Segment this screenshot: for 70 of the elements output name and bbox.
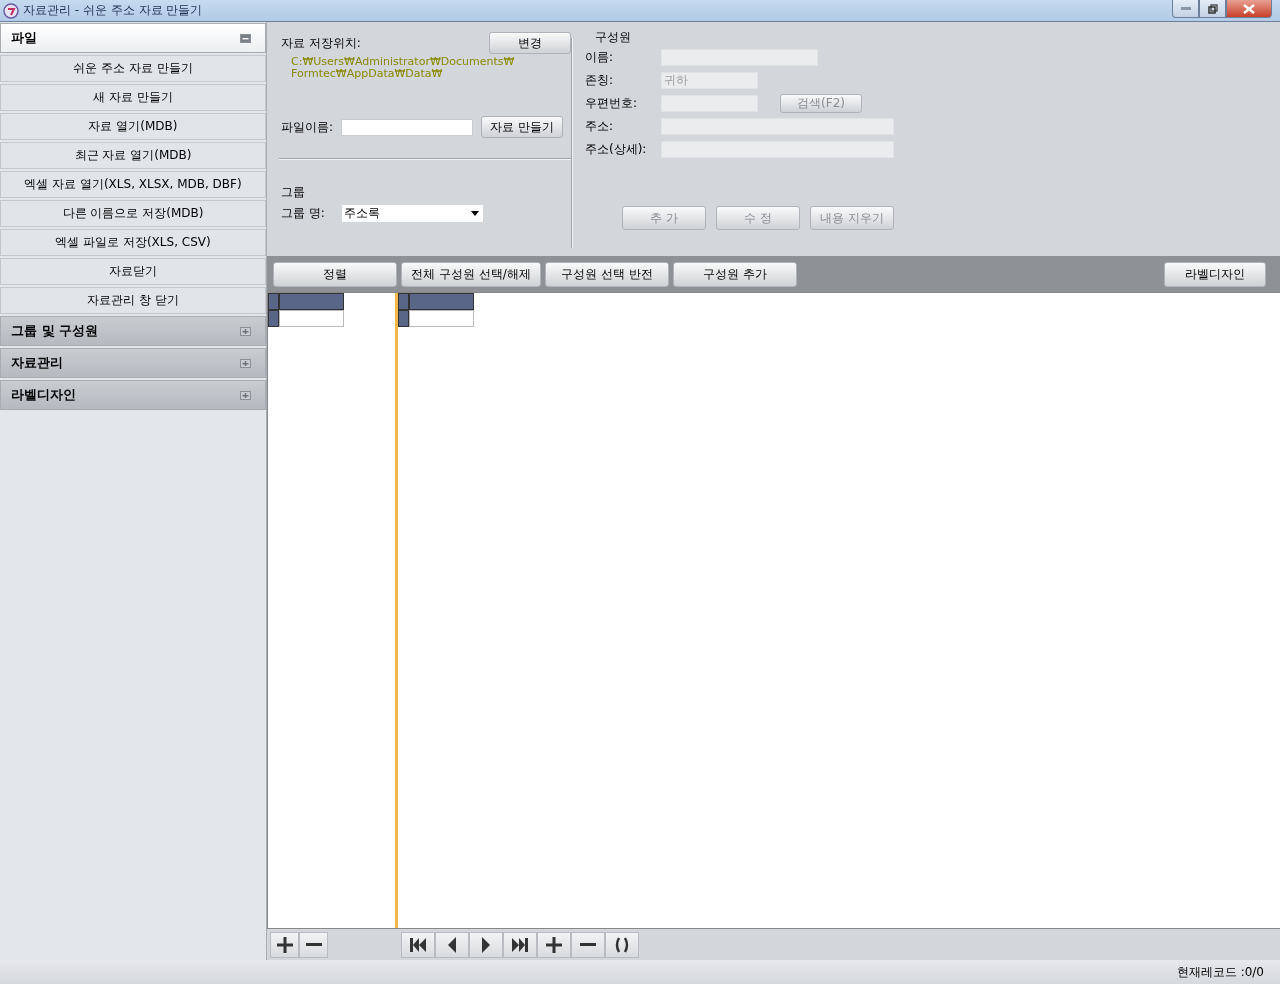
file-name-field[interactable] [341, 118, 474, 136]
field-label: 주소(상세): [585, 141, 648, 158]
toolbar-button[interactable]: 구성원 추가 [673, 261, 797, 287]
dropdown-arrow-icon [470, 211, 479, 216]
plus-icon [276, 936, 293, 953]
collapse-icon [240, 33, 251, 43]
toolbar-button[interactable]: 전체 구성원 선택/해제 [401, 261, 541, 287]
row-header[interactable] [268, 293, 279, 310]
field-label: 파일이름: [281, 118, 334, 136]
field-label: 자료 저장위치: [281, 34, 361, 52]
nav-button[interactable] [503, 931, 537, 958]
toolbar-button[interactable]: 정렬 [273, 261, 397, 287]
section-header[interactable]: 그룹 및 구성원 [0, 316, 266, 346]
menu-item[interactable]: 새 자료 만들기 [0, 84, 266, 111]
nav-button[interactable] [299, 931, 328, 958]
plus-icon [545, 935, 563, 954]
expand-icon [240, 326, 251, 336]
toolbar-button[interactable]: 구성원 선택 반전 [545, 261, 669, 287]
expand-icon [240, 390, 251, 400]
field-label: 주소: [585, 118, 615, 135]
grid-row[interactable] [279, 310, 344, 327]
minus-icon [305, 943, 322, 946]
grid-row[interactable] [279, 293, 344, 310]
last-record-icon [511, 935, 529, 954]
expand-icon [240, 358, 251, 368]
nav-button[interactable] [435, 931, 469, 958]
field-label: 존칭: [585, 72, 615, 89]
menu-item[interactable]: 최근 자료 열기(MDB) [0, 142, 266, 169]
menu-item[interactable]: 다른 이름으로 저장(MDB) [0, 200, 266, 227]
menu-item[interactable]: 자료관리 창 닫기 [0, 287, 266, 314]
section-heading: 그룹 [281, 184, 306, 201]
group-dropdown[interactable]: 주소록 [341, 205, 483, 222]
status-text: 현재레코드 :0/0 [1176, 963, 1264, 981]
minimize-icon [1180, 7, 1191, 10]
create-button[interactable]: 자료 만들기 [481, 116, 564, 138]
maximize-icon [1207, 3, 1218, 14]
refresh-icon [613, 935, 631, 954]
nav-button[interactable] [537, 931, 571, 958]
row-header[interactable] [398, 310, 409, 327]
label-design-button[interactable]: 라벨디자인 [1164, 261, 1266, 287]
menu-item[interactable]: 자료 열기(MDB) [0, 113, 266, 140]
section-header[interactable]: 자료관리 [0, 348, 266, 378]
menu-item[interactable]: 자료닫기 [0, 258, 266, 285]
first-record-icon [409, 935, 427, 954]
section-header[interactable]: 파일 [0, 23, 266, 53]
field-label: 이름: [585, 49, 615, 66]
field-label: 그룹 명: [281, 205, 325, 222]
row-header[interactable] [398, 293, 409, 310]
section-header[interactable]: 라벨디자인 [0, 380, 266, 410]
field-label: 우편번호: [585, 95, 639, 112]
nav-button[interactable] [571, 931, 605, 958]
close-icon [1243, 3, 1255, 14]
menu-item[interactable]: 엑셀 자료 열기(XLS, XLSX, MDB, DBF) [0, 171, 266, 198]
window-title: 자료관리 - 쉬운 주소 자료 만들기 [23, 2, 203, 19]
minus-icon [580, 943, 596, 946]
nav-button[interactable] [270, 931, 299, 958]
change-button[interactable]: 변경 [489, 32, 571, 54]
grid-row[interactable] [409, 293, 474, 310]
app-icon [3, 2, 19, 19]
nav-button[interactable] [605, 931, 639, 958]
grid-row[interactable] [409, 310, 474, 327]
nav-button[interactable] [469, 931, 503, 958]
close-button[interactable] [1226, 0, 1272, 18]
row-header[interactable] [268, 310, 279, 327]
maximize-button[interactable] [1199, 0, 1226, 18]
section-heading: 구성원 [594, 29, 632, 46]
storage-path: C:₩Users₩Administrator₩Documents₩ Formtec₩AppData₩Data₩ [290, 56, 516, 80]
menu-item[interactable]: 엑셀 파일로 저장(XLS, CSV) [0, 229, 266, 256]
nav-button[interactable] [401, 931, 435, 958]
menu-item[interactable]: 쉬운 주소 자료 만들기 [0, 55, 266, 82]
